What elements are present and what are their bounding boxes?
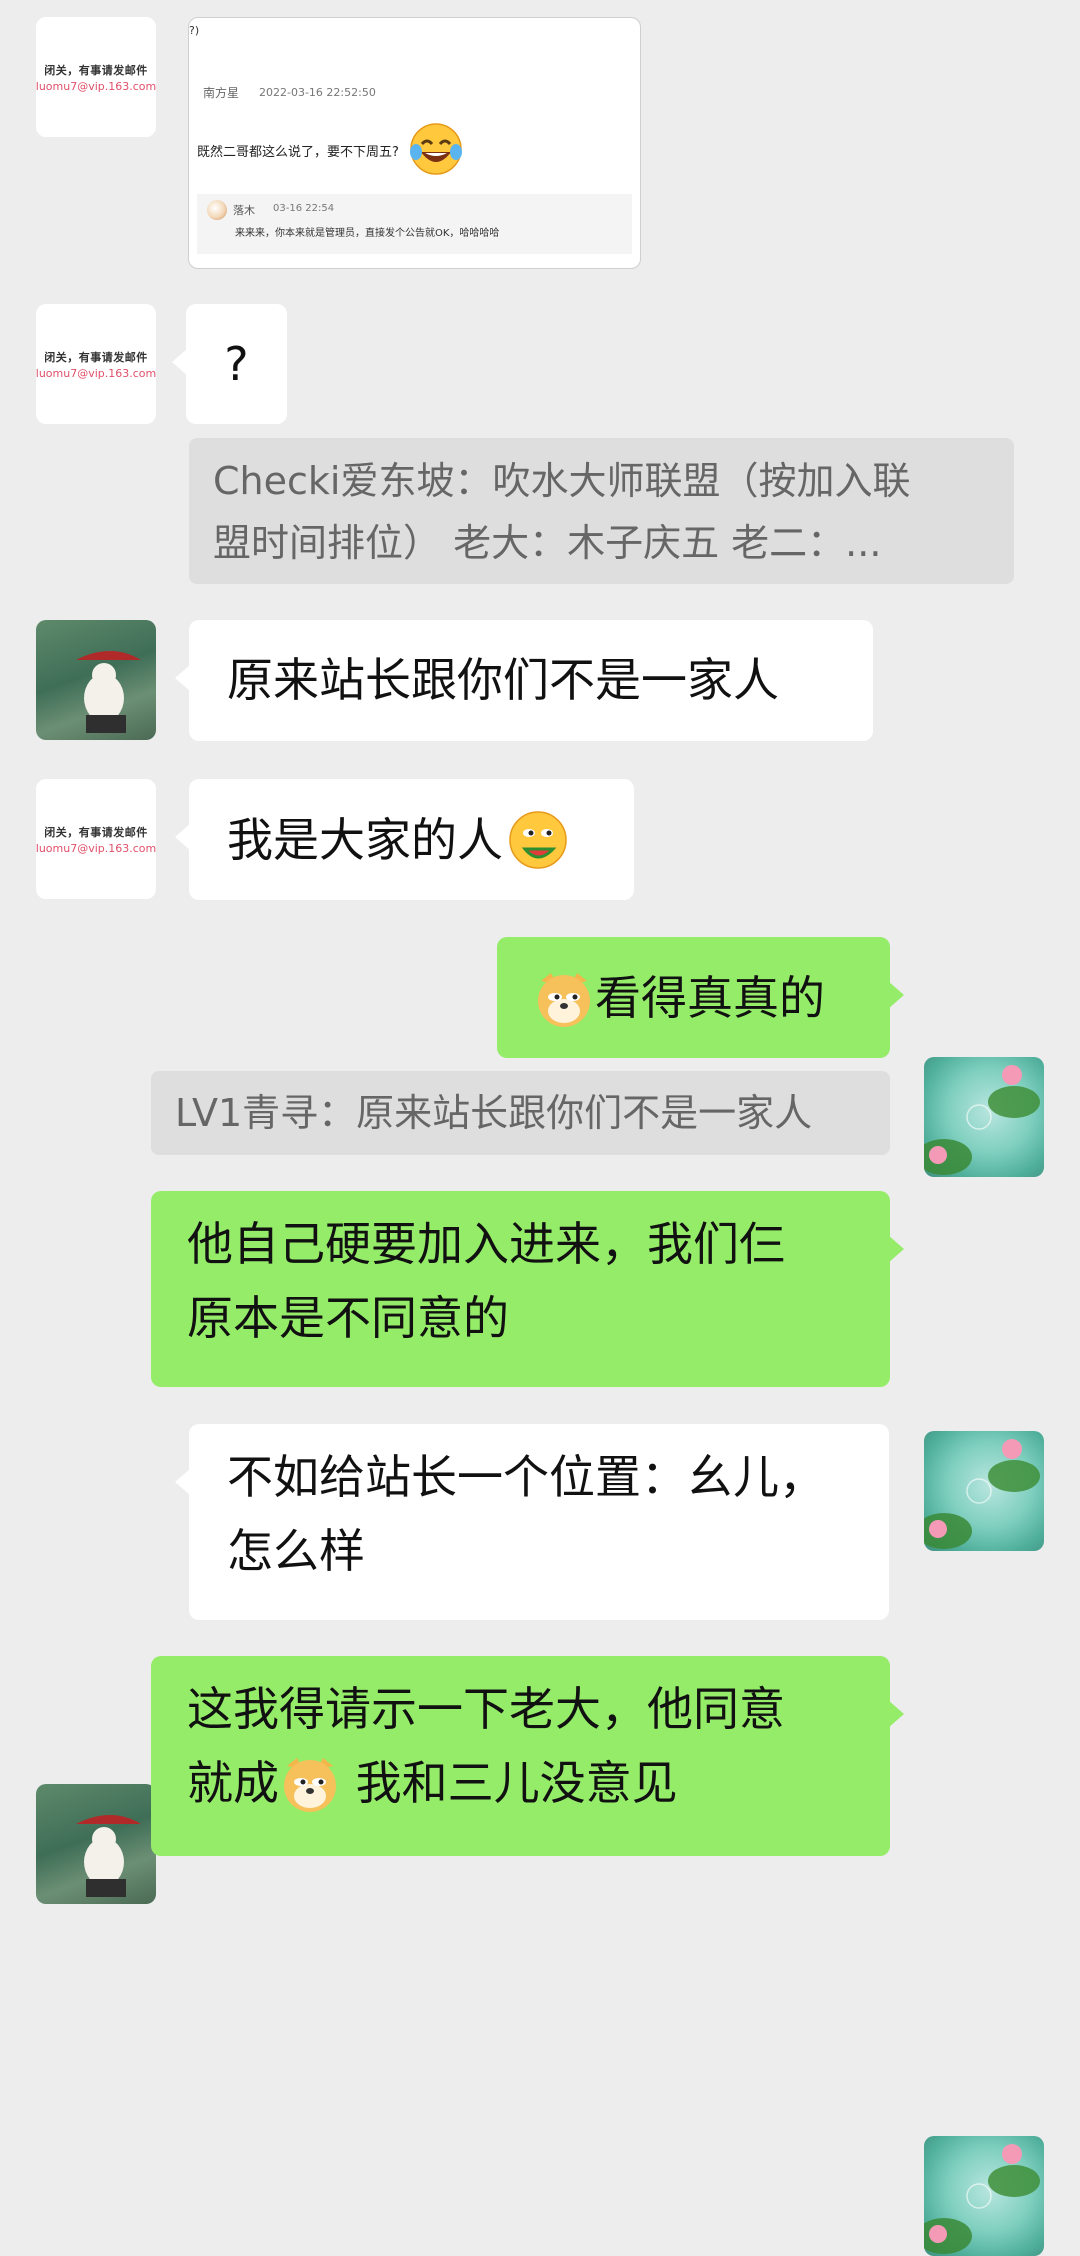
message-bubble[interactable]: 不如给站长一个位置：幺儿， 怎么样: [175, 1424, 889, 1620]
message-bubble[interactable]: 这我得请示一下老大，他同意 就成 我和三儿没意见: [151, 1656, 904, 1856]
message-text: 看得真真的: [595, 970, 825, 1025]
avatar-lotus-self[interactable]: [924, 2136, 1044, 2256]
quote-line: Checki爱东坡：吹水大师联盟（按加入联: [213, 459, 911, 503]
lotus-illustration-icon: [924, 1439, 1040, 1549]
avatar-rain-figure[interactable]: [36, 1784, 156, 1904]
lotus-illustration-icon: [924, 2144, 1040, 2254]
reply-name: 落木: [233, 204, 255, 217]
avatar-mail[interactable]: 闭关，有事请发邮件 luomu7@vip.163.com: [36, 17, 156, 137]
message-text-line2: 就成 我和三儿没意见: [187, 1746, 854, 1820]
message-bubble[interactable]: 他自己硬要加入进来，我们仨 原本是不同意的: [151, 1191, 904, 1387]
avatar-mail[interactable]: 闭关，有事请发邮件 luomu7@vip.163.com: [36, 304, 156, 424]
avatar-rain-figure[interactable]: [36, 620, 156, 740]
avatar-lotus-self[interactable]: [924, 1057, 1044, 1177]
reply-time: 03-16 22:54: [273, 203, 335, 214]
card-corner-mark: ?): [189, 24, 200, 37]
avatar-lotus-self[interactable]: [924, 1431, 1044, 1551]
message-text: ?: [224, 337, 249, 391]
message-bubble[interactable]: 我是大家的人: [175, 779, 634, 900]
quoted-message[interactable]: LV1青寻：原来站长跟你们不是一家人: [151, 1071, 890, 1155]
message-text-line: 不如给站长一个位置：幺儿，: [227, 1450, 825, 1504]
message-bubble[interactable]: 原来站长跟你们不是一家人: [175, 620, 873, 741]
message-bubble[interactable]: ?: [172, 304, 287, 424]
message-text-line: 这我得请示一下老大，他同意: [187, 1682, 785, 1736]
message-text: 我是大家的人: [227, 812, 503, 867]
figure-illustration-icon: [76, 1815, 141, 1897]
message-text: 原来站长跟你们不是一家人: [227, 653, 779, 707]
shared-screenshot-card[interactable]: ?) 南方星 2022-03-16 22:52:50 既然二哥都这么说了，要不下…: [188, 17, 641, 269]
reply-text: 来来来，你本来就是管理员，直接发个公告就OK，哈哈哈哈: [235, 228, 500, 239]
card-poster-name: 南方星: [203, 86, 240, 100]
message-text-part: 我和三儿没意见: [341, 1756, 678, 1810]
message-text-line: 怎么样: [227, 1524, 365, 1578]
quoted-message[interactable]: Checki爱东坡：吹水大师联盟（按加入联 盟时间排位） 老大：木子庆五 老二：…: [189, 438, 1014, 584]
avatar-mail[interactable]: 闭关，有事请发邮件 luomu7@vip.163.com: [36, 779, 156, 899]
avatar-text-line1: 闭关，有事请发邮件: [44, 825, 148, 839]
doge-emoji-icon: [284, 1758, 336, 1812]
laughing-tears-emoji-icon: [410, 123, 462, 175]
message-text-line: 原本是不同意的: [187, 1291, 509, 1345]
avatar-text-line1: 闭关，有事请发邮件: [44, 350, 148, 364]
figure-illustration-icon: [76, 651, 141, 733]
message-text-part: 就成: [187, 1756, 279, 1810]
avatar-text-line2: luomu7@vip.163.com: [36, 79, 156, 93]
lotus-illustration-icon: [924, 1065, 1040, 1175]
message-bubble[interactable]: 看得真真的: [497, 937, 904, 1058]
avatar-text-line2: luomu7@vip.163.com: [36, 841, 156, 855]
card-body: 既然二哥都这么说了，要不下周五?: [197, 145, 399, 160]
doge-emoji-icon: [538, 972, 590, 1027]
reply-avatar: [207, 200, 227, 220]
card-timestamp: 2022-03-16 22:52:50: [259, 86, 376, 99]
watermelon-eat-emoji-icon: [509, 810, 567, 869]
quote-line: 盟时间排位） 老大：木子庆五 老二：...: [213, 521, 882, 565]
avatar-text-line2: luomu7@vip.163.com: [36, 366, 156, 380]
quote-line: LV1青寻：原来站长跟你们不是一家人: [175, 1091, 813, 1135]
avatar-text-line1: 闭关，有事请发邮件: [44, 63, 148, 77]
card-reply: 落木 03-16 22:54 来来来，你本来就是管理员，直接发个公告就OK，哈哈…: [197, 194, 632, 254]
card-body-text: 既然二哥都这么说了，要不下周五?: [197, 141, 399, 160]
message-text-line: 他自己硬要加入进来，我们仨: [187, 1217, 785, 1271]
